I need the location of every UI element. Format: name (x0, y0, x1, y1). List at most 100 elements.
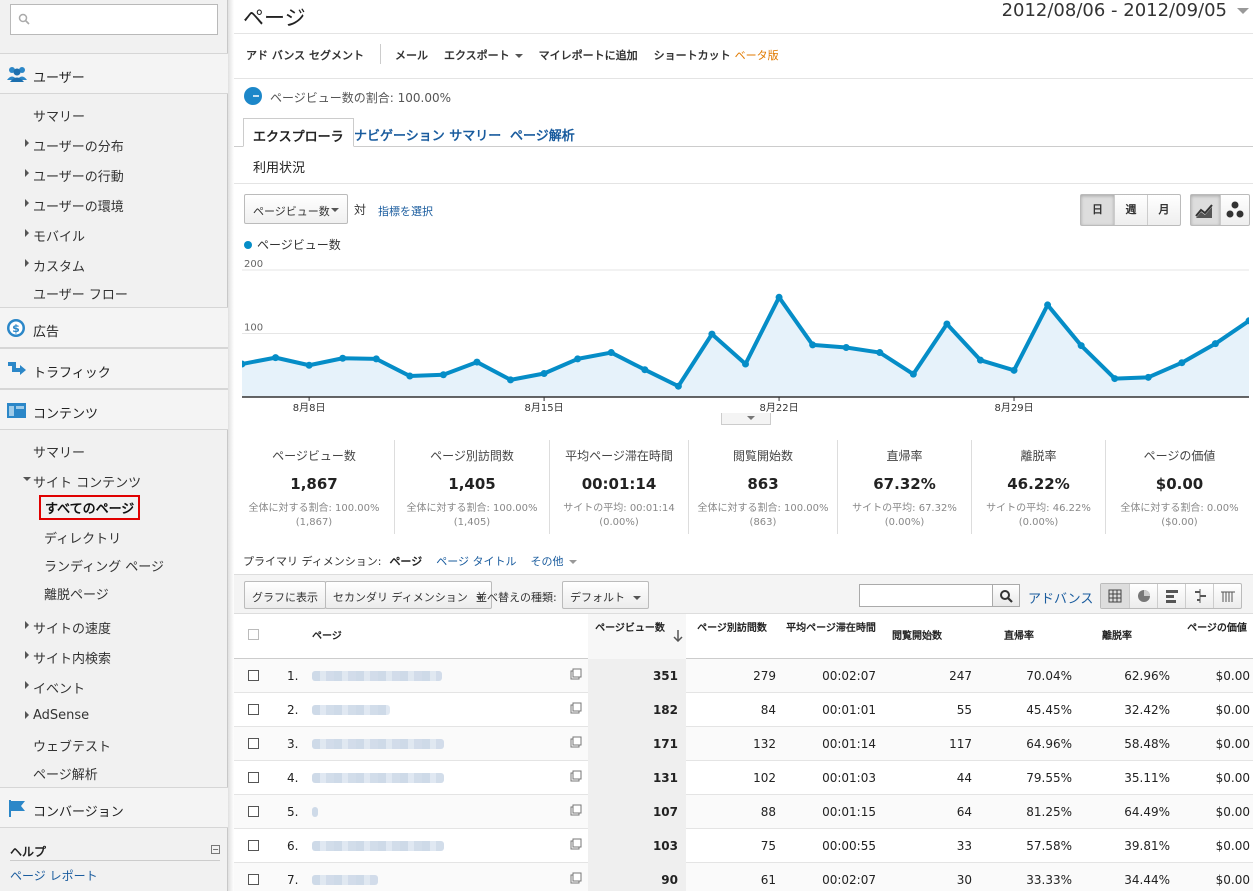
add-to-dashboard-button[interactable]: マイレポートに追加 (539, 47, 638, 63)
dimension-page[interactable]: ページ (389, 555, 422, 568)
data-table-view-button[interactable] (1101, 584, 1129, 608)
data-point[interactable] (909, 370, 917, 378)
pivot-view-button[interactable] (1213, 584, 1241, 608)
column-header-unique-pageviews[interactable]: ページ別訪問数 (692, 622, 772, 635)
sidebar-item-adsense[interactable]: AdSense (25, 708, 89, 723)
tab-in-page[interactable]: ページ解析 (501, 118, 584, 147)
data-point[interactable] (272, 354, 280, 362)
sidebar-item-technology[interactable]: ユーザーの環境 (25, 196, 124, 215)
data-point[interactable] (976, 356, 984, 364)
column-header-page-value[interactable]: ページの価値 (1182, 622, 1252, 635)
sidebar-item-behavior[interactable]: ユーザーの行動 (25, 166, 124, 185)
external-link-icon[interactable] (570, 668, 582, 680)
sidebar-item-demographics[interactable]: ユーザーの分布 (25, 136, 124, 155)
external-link-icon[interactable] (570, 736, 582, 748)
data-point[interactable] (842, 343, 850, 351)
shortcut-button[interactable]: ショートカット (654, 47, 731, 63)
sort-type-select[interactable]: デフォルト (562, 581, 649, 609)
data-point[interactable] (339, 354, 347, 362)
data-point[interactable] (943, 320, 951, 328)
sidebar-item-mobile[interactable]: モバイル (25, 226, 85, 245)
secondary-dimension-select[interactable]: セカンダリ ディメンション (325, 581, 492, 609)
data-point[interactable] (1144, 373, 1152, 381)
scorecard[interactable]: 直帰率 67.32% サイトの平均: 67.32% (0.00%) (838, 440, 972, 534)
row-checkbox[interactable] (248, 840, 259, 851)
scorecard[interactable]: 閲覧開始数 863 全体に対する割合: 100.00% (863) (689, 440, 838, 534)
page-path-link[interactable] (312, 841, 444, 851)
data-point[interactable] (507, 376, 515, 384)
sidebar-item-content-drilldown[interactable]: ディレクトリ (44, 528, 121, 547)
scorecard[interactable]: ページの価値 $0.00 全体に対する割合: 0.00% ($0.00) (1106, 440, 1253, 534)
page-path-link[interactable] (312, 875, 378, 885)
dimension-page-title-link[interactable]: ページ タイトル (436, 555, 516, 568)
page-path-link[interactable] (312, 705, 390, 715)
sidebar-item-custom[interactable]: カスタム (25, 256, 85, 275)
column-header-bounce-rate[interactable]: 直帰率 (1004, 630, 1034, 643)
data-point[interactable] (540, 370, 548, 378)
sidebar-item-site-content[interactable]: サイト コンテンツ (23, 472, 141, 491)
advanced-filter-link[interactable]: アドバンス (1028, 588, 1093, 607)
data-point[interactable] (1178, 359, 1186, 367)
table-row[interactable]: 5. 107 88 00:01:15 64 81.25% 64.49% $0.00 (234, 795, 1253, 829)
sidebar-item-experiments[interactable]: ウェブテスト (33, 736, 111, 755)
email-button[interactable]: メール (395, 47, 428, 63)
sidebar-item-content-summary[interactable]: サマリー (33, 442, 85, 461)
row-checkbox[interactable] (248, 806, 259, 817)
external-link-icon[interactable] (570, 804, 582, 816)
sidebar-item-site-speed[interactable]: サイトの速度 (25, 618, 111, 637)
sidebar-item-landing-pages[interactable]: ランディング ページ (44, 556, 164, 575)
scorecard[interactable]: ページビュー数 1,867 全体に対する割合: 100.00% (1,867) (234, 440, 395, 534)
tab-explorer[interactable]: エクスプローラ (243, 118, 354, 147)
page-path-link[interactable] (312, 671, 442, 681)
line-chart-button[interactable] (1191, 195, 1220, 225)
table-search-input[interactable] (859, 584, 993, 607)
dimension-other-dropdown[interactable]: その他 (531, 555, 577, 568)
external-link-icon[interactable] (570, 770, 582, 782)
table-row[interactable]: 1. 351 279 00:02:07 247 70.04% 62.96% $0.00 (234, 659, 1253, 693)
column-header-entrances[interactable]: 閲覧開始数 (892, 630, 942, 643)
sidebar-section-content[interactable]: コンテンツ (0, 389, 228, 430)
scorecard[interactable]: 平均ページ滞在時間 00:01:14 サイトの平均: 00:01:14 (0.00%) (550, 440, 689, 534)
granularity-week-button[interactable]: 週 (1114, 195, 1147, 225)
granularity-month-button[interactable]: 月 (1147, 195, 1180, 225)
column-header-exit-rate[interactable]: 離脱率 (1102, 630, 1132, 643)
select-all-checkbox[interactable] (248, 629, 259, 640)
sidebar-item-user-flow[interactable]: ユーザー フロー (33, 284, 128, 303)
plot-rows-button[interactable]: グラフに表示 (244, 581, 326, 609)
data-point[interactable] (876, 349, 884, 357)
motion-chart-button[interactable] (1220, 195, 1249, 225)
data-point[interactable] (708, 330, 716, 338)
data-point[interactable] (439, 371, 447, 379)
table-row[interactable]: 4. 131 102 00:01:03 44 79.55% 35.11% $0.00 (234, 761, 1253, 795)
data-point[interactable] (742, 360, 749, 368)
data-point[interactable] (406, 372, 414, 380)
sidebar-section-ads[interactable]: $ 広告 (0, 307, 228, 348)
subtab-site-usage[interactable]: 利用状況 (253, 157, 305, 176)
table-row[interactable]: 6. 103 75 00:00:55 33 57.58% 39.81% $0.00 (234, 829, 1253, 863)
data-point[interactable] (574, 355, 582, 363)
row-checkbox[interactable] (248, 704, 259, 715)
sidebar-section-traffic[interactable]: トラフィック (0, 348, 228, 389)
help-collapse-button[interactable]: − (211, 845, 220, 854)
row-checkbox[interactable] (248, 670, 259, 681)
help-link-page-report[interactable]: ページ レポート (10, 867, 98, 884)
page-path-link[interactable] (312, 739, 444, 749)
data-point[interactable] (1044, 301, 1052, 309)
data-point[interactable] (641, 366, 649, 374)
table-row[interactable]: 3. 171 132 00:01:14 117 64.96% 58.48% $0.00 (234, 727, 1253, 761)
sidebar-section-users[interactable]: ユーザー (0, 53, 228, 94)
external-link-icon[interactable] (570, 872, 582, 884)
external-link-icon[interactable] (570, 838, 582, 850)
export-button[interactable]: エクスポート (444, 47, 523, 63)
table-search-button[interactable] (993, 584, 1020, 607)
data-point[interactable] (607, 349, 615, 357)
data-point[interactable] (372, 355, 380, 363)
advanced-segments-button[interactable]: アド バンス セグメント (246, 47, 364, 63)
scorecard[interactable]: 離脱率 46.22% サイトの平均: 46.22% (0.00%) (972, 440, 1106, 534)
pie-view-button[interactable] (1129, 584, 1157, 608)
sidebar-item-events[interactable]: イベント (25, 678, 85, 697)
comparison-view-button[interactable] (1185, 584, 1213, 608)
sidebar-item-exit-pages[interactable]: 離脱ページ (44, 584, 109, 603)
column-header-page[interactable]: ページ (312, 630, 342, 643)
data-point[interactable] (809, 341, 817, 349)
